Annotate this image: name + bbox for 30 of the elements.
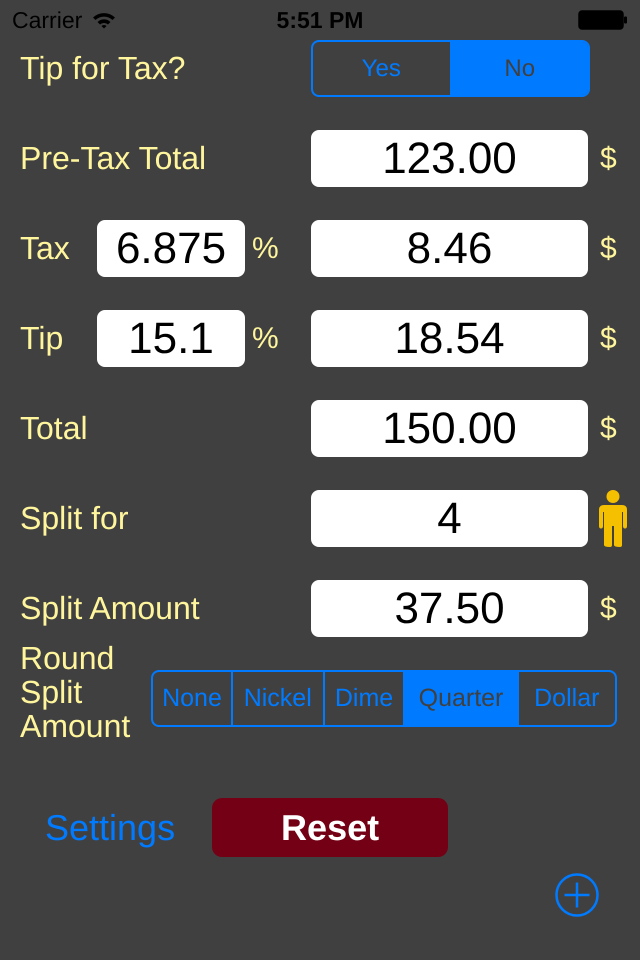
amount-field[interactable]: 123.00	[311, 130, 588, 187]
field-label: Split for	[20, 500, 128, 537]
field-label: Pre-Tax Total	[20, 140, 206, 177]
wifi-icon	[92, 11, 116, 29]
unit-label: %	[252, 232, 279, 266]
amount-field[interactable]: 8.46	[311, 220, 588, 277]
field-label: Split Amount	[20, 590, 200, 627]
field-label: Tax	[20, 230, 71, 267]
field-label: Total	[20, 410, 88, 447]
unit-label: $	[600, 412, 617, 446]
add-icon[interactable]	[555, 873, 599, 917]
field-label: Round Split Amount	[20, 641, 132, 743]
carrier-name: Carrier	[12, 6, 82, 34]
unit-label: %	[252, 322, 279, 356]
person-icon	[598, 490, 628, 547]
unit-label: $	[600, 232, 617, 266]
rate-field[interactable]: 15.1	[97, 310, 245, 367]
amount-field[interactable]: 18.54	[311, 310, 588, 367]
battery-icon	[578, 10, 628, 30]
amount-field[interactable]: 150.00	[311, 400, 588, 457]
status-time: 5:51 PM	[276, 6, 364, 34]
amount-field[interactable]: 4	[311, 490, 588, 547]
rate-field[interactable]: 6.875	[97, 220, 245, 277]
unit-label: $	[600, 142, 617, 176]
reset-button[interactable]: Reset	[212, 798, 448, 857]
field-label: Tip for Tax?	[20, 50, 186, 87]
unit-label: $	[600, 592, 617, 626]
amount-field[interactable]: 37.50	[311, 580, 588, 637]
field-label: Tip	[20, 320, 64, 357]
unit-label: $	[600, 322, 617, 356]
